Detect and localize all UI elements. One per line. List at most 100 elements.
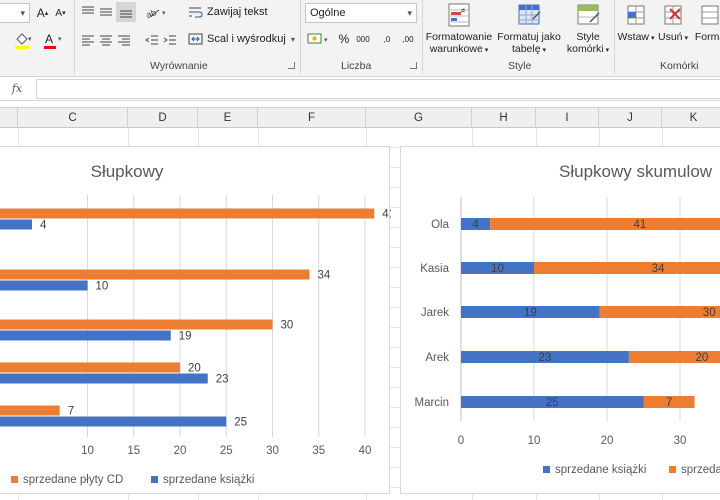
- cell-styles-button[interactable]: Style komórki ▾: [564, 0, 612, 57]
- legend-swatch: [151, 476, 158, 483]
- chevron-down-icon: ▾: [482, 47, 489, 54]
- wrap-text-button[interactable]: Zawijaj tekst: [188, 3, 298, 21]
- paint-bucket-icon: ▾: [15, 33, 32, 49]
- merge-center-button[interactable]: Scal i wyśrodkuj ▾: [188, 30, 300, 48]
- column-header-g[interactable]: G: [366, 108, 472, 128]
- increase-indent-button[interactable]: [162, 32, 178, 48]
- chevron-down-icon: ▾: [649, 35, 655, 42]
- comma-style-button[interactable]: 000: [354, 30, 372, 48]
- legend-label: sprzedane książki: [163, 474, 254, 486]
- y-tick-label: Ola: [431, 219, 450, 231]
- percent-style-button[interactable]: %: [336, 30, 352, 48]
- thousands-icon: 000: [356, 34, 370, 44]
- data-label: 41: [382, 209, 391, 221]
- decrease-font-icon: A: [55, 7, 63, 19]
- delete-cells-button[interactable]: Usuń ▾: [656, 0, 690, 45]
- format-as-table-button[interactable]: Formatuj jako tabelę ▾: [494, 0, 564, 57]
- x-tick-label: 10: [81, 445, 94, 457]
- svg-text:▾: ▾: [28, 36, 32, 43]
- chevron-down-icon: ▾: [290, 34, 295, 44]
- data-label: 19: [179, 331, 192, 343]
- legend-swatch: [669, 466, 676, 473]
- data-label: 7: [666, 397, 672, 409]
- number-format-value: Ogólne: [310, 7, 346, 19]
- legend-swatch: [543, 466, 550, 473]
- alignment-dialog-launcher[interactable]: [288, 62, 295, 69]
- formula-input[interactable]: [36, 79, 720, 99]
- decrease-indent-button[interactable]: [144, 32, 160, 48]
- x-tick-label: 30: [266, 445, 279, 457]
- data-label: 10: [96, 281, 109, 293]
- conditional-formatting-button[interactable]: ≠ Formatowanie warunkowe ▾: [424, 0, 494, 57]
- legend-label: sprzedane: [681, 464, 720, 476]
- decrease-font-size-button[interactable]: A ▾: [53, 4, 68, 22]
- bar: [0, 319, 273, 330]
- fill-color-button[interactable]: ▾: [10, 30, 36, 50]
- group-label-cells: Komórki: [660, 60, 699, 72]
- align-left-button[interactable]: [80, 32, 96, 48]
- align-center-icon: [100, 35, 112, 46]
- column-header[interactable]: [0, 108, 18, 128]
- svg-text:▾: ▾: [58, 36, 62, 43]
- percent-icon: %: [338, 32, 350, 46]
- clustered-bar-chart-canvas: Słupkowy10152025303540454143410301920237…: [0, 162, 418, 486]
- column-header-f[interactable]: F: [258, 108, 366, 128]
- chart-title: Słupkowy skumulow: [559, 162, 713, 181]
- x-tick-label: 10: [528, 435, 541, 447]
- increase-decimal-button[interactable]: ,0: [378, 30, 396, 48]
- cell-styles-label-2: komórki: [566, 43, 604, 55]
- column-header-k[interactable]: K: [662, 108, 720, 128]
- column-header-c[interactable]: C: [18, 108, 128, 128]
- column-header-h[interactable]: H: [472, 108, 536, 128]
- svg-text:▾: ▾: [324, 37, 328, 44]
- decrease-decimal-button[interactable]: ,00: [398, 30, 418, 48]
- svg-text:≠: ≠: [461, 6, 466, 15]
- align-right-button[interactable]: [116, 32, 132, 48]
- data-label: 20: [696, 352, 709, 364]
- clustered-bar-chart[interactable]: Słupkowy10152025303540454143410301920237…: [0, 146, 418, 494]
- format-cells-button[interactable]: Forma: [690, 0, 720, 43]
- increase-font-icon: A: [36, 6, 45, 20]
- data-label: 10: [491, 263, 504, 275]
- stacked-bar-chart[interactable]: Słupkowy skumulow 0 10 20 30 Ola 4 41 Kasia 10 34 J…: [400, 146, 720, 494]
- worksheet-grid[interactable]: Słupkowy10152025303540454143410301920237…: [0, 128, 720, 500]
- x-tick-label: 20: [174, 445, 187, 457]
- number-dialog-launcher[interactable]: [410, 62, 417, 69]
- stacked-bar-chart-canvas: Słupkowy skumulow 0 10 20 30 Ola 4 41 Kasia 10 34 J…: [414, 162, 720, 476]
- bar: [534, 262, 720, 274]
- align-left-icon: [82, 35, 94, 46]
- orientation-button[interactable]: ab ▾: [144, 4, 170, 20]
- group-label-styles: Style: [508, 60, 532, 72]
- column-header-i[interactable]: I: [536, 108, 599, 128]
- column-header-j[interactable]: J: [599, 108, 662, 128]
- x-tick-label: 20: [601, 435, 614, 447]
- font-color-button[interactable]: A ▾: [40, 30, 66, 50]
- font-size-combo[interactable]: ▾: [0, 3, 30, 23]
- align-top-button[interactable]: [80, 4, 96, 20]
- align-center-button[interactable]: [98, 32, 114, 48]
- data-label: 4: [40, 220, 47, 232]
- conditional-formatting-label: Formatowanie: [425, 31, 493, 43]
- increase-decimal-icon: ,0: [383, 34, 391, 44]
- cell-styles-icon: [577, 4, 600, 25]
- column-header-e[interactable]: E: [198, 108, 258, 128]
- bar: [0, 405, 60, 416]
- decrease-indent-icon: [145, 35, 158, 45]
- number-format-combo[interactable]: Ogólne ▾: [305, 3, 417, 23]
- wrap-text-icon: [189, 7, 203, 18]
- svg-text:▾: ▾: [162, 10, 166, 17]
- conditional-formatting-label-2: warunkowe: [429, 43, 483, 55]
- format-as-table-label: Formatuj jako: [497, 31, 561, 43]
- insert-cells-label: Wstaw: [617, 31, 650, 43]
- increase-font-size-button[interactable]: A ▴: [35, 4, 50, 22]
- accounting-format-button[interactable]: ▾: [305, 30, 333, 48]
- data-label: 41: [633, 219, 646, 231]
- bar: [0, 362, 180, 373]
- bar: [490, 218, 720, 230]
- insert-cells-button[interactable]: Wstaw ▾: [616, 0, 656, 45]
- align-middle-button[interactable]: [98, 4, 114, 20]
- bar: [0, 280, 88, 291]
- align-bottom-button[interactable]: [116, 2, 136, 22]
- column-header-d[interactable]: D: [128, 108, 198, 128]
- insert-function-button[interactable]: fx: [0, 80, 34, 98]
